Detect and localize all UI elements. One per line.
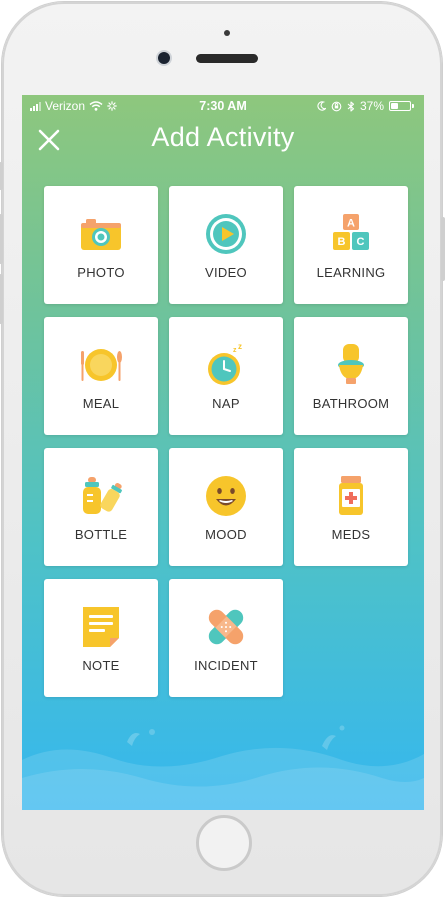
camera-icon [81,219,121,250]
page-title: Add Activity [151,122,295,152]
alarm-clock-icon: z z [208,343,242,385]
activity-label: VIDEO [205,265,247,280]
activity-label: MOOD [205,527,247,542]
activity-incident-tile[interactable]: INCIDENT [169,579,283,697]
svg-text:z: z [238,343,242,351]
water-splash-decoration [22,725,424,810]
activity-label: PHOTO [77,265,125,280]
bandage-icon [208,609,244,645]
svg-text:B: B [338,236,346,248]
bluetooth-icon [347,100,355,112]
earpiece-speaker [196,54,258,63]
svg-text:A: A [347,218,355,230]
nav-bar: Add Activity [22,117,424,161]
activity-label: MEAL [82,396,120,411]
activity-label: BATHROOM [312,396,390,411]
power-button [441,217,445,281]
activity-nap-tile[interactable]: z z NAP [169,317,283,435]
play-icon [206,214,246,254]
abc-blocks-icon: A B C [333,214,369,250]
activity-video-tile[interactable]: VIDEO [169,186,283,304]
activity-photo-tile[interactable]: PHOTO [44,186,158,304]
front-camera [158,52,170,64]
battery-icon [389,101,411,111]
activity-label: BOTTLE [74,527,128,542]
smiley-icon [206,476,246,516]
status-bar: Verizon 7:30 AM 37% [22,95,424,117]
baby-bottle-icon [83,477,122,514]
battery-percent: 37% [359,99,384,113]
activity-bottle-tile[interactable]: BOTTLE [44,448,158,566]
battery-tip [412,104,414,108]
toilet-icon [338,344,364,384]
activity-bathroom-tile[interactable]: BATHROOM [294,317,408,435]
activity-label: NOTE [82,658,120,673]
svg-text:z: z [233,347,237,354]
app-screen: Verizon 7:30 AM 37% Add Activity PHOTO V… [22,95,424,810]
plate-icon [81,349,122,381]
volume-down-button [0,274,3,324]
moon-icon [317,101,326,111]
activity-label: MEDS [331,527,371,542]
volume-up-button [0,214,3,264]
activity-meds-tile[interactable]: MEDS [294,448,408,566]
svg-text:C: C [357,236,365,248]
activity-note-tile[interactable]: NOTE [44,579,158,697]
mute-switch [0,162,3,190]
activity-label: LEARNING [316,265,386,280]
activity-meal-tile[interactable]: MEAL [44,317,158,435]
activity-mood-tile[interactable]: MOOD [169,448,283,566]
activity-learning-tile[interactable]: A B C LEARNING [294,186,408,304]
orientation-lock-icon [331,101,342,111]
medicine-bottle-icon [339,476,363,515]
activity-label: NAP [212,396,240,411]
activity-label: INCIDENT [194,658,258,673]
note-icon [83,607,119,647]
proximity-sensor [224,30,230,36]
home-button[interactable] [196,815,252,871]
